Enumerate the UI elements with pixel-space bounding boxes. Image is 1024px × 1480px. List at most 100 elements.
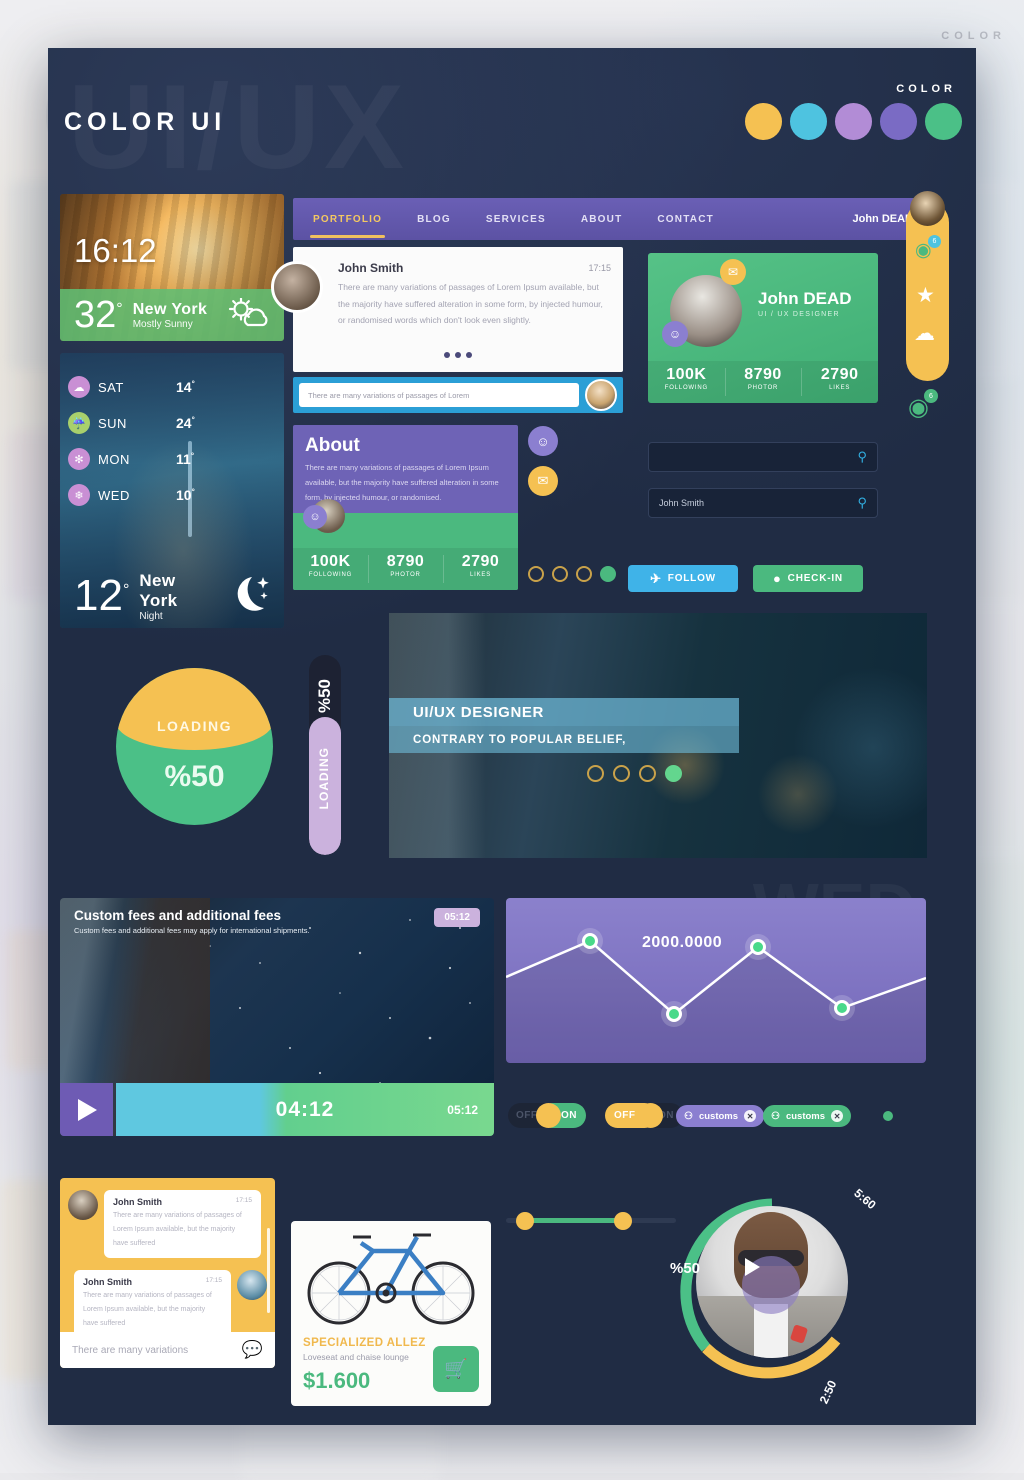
- pager-dot-active[interactable]: [600, 566, 616, 582]
- stat-photos: 8790 PHOTOR: [368, 548, 443, 590]
- pager-dot[interactable]: [587, 765, 604, 782]
- checkin-button[interactable]: ● CHECK-IN: [753, 565, 863, 592]
- detached-camera-icon[interactable]: ◉ 6: [908, 389, 938, 422]
- pager-dot-active[interactable]: [665, 765, 682, 782]
- avatar: [237, 1270, 267, 1300]
- chat-time: 17:15: [235, 1197, 252, 1204]
- pager-dot[interactable]: [576, 566, 592, 582]
- comment-input[interactable]: There are many variations of passages of…: [299, 383, 579, 407]
- avatar: [271, 261, 323, 313]
- nav-item-contact[interactable]: CONTACT: [657, 214, 714, 225]
- close-icon[interactable]: ✕: [831, 1110, 844, 1122]
- forecast-icon: ❄: [68, 484, 90, 506]
- about-side-buttons: ☺ ✉: [528, 426, 558, 496]
- hero-pager[interactable]: [587, 765, 682, 782]
- chat-author: John Smith: [113, 1197, 162, 1207]
- toggle-knob[interactable]: [536, 1103, 561, 1128]
- avatar: [68, 1190, 98, 1220]
- toggle-knob[interactable]: [638, 1103, 663, 1128]
- hero-subtitle: CONTRARY TO POPULAR BELIEF,: [389, 726, 739, 753]
- pager-dot[interactable]: [639, 765, 656, 782]
- stat-following: 100K FOLLOWING: [293, 548, 368, 590]
- search-input[interactable]: John Smith: [659, 498, 857, 508]
- pager-dot[interactable]: [552, 566, 568, 582]
- media-percent: %50: [670, 1260, 701, 1277]
- video-progress-bar[interactable]: 04:12 05:12: [116, 1083, 494, 1136]
- pager-dot[interactable]: [528, 566, 544, 582]
- loading-circle-label: LOADING: [156, 718, 233, 734]
- feed-more-button[interactable]: [293, 352, 623, 358]
- cart-icon[interactable]: 🛒: [433, 1346, 479, 1392]
- video-total-time: 05:12: [447, 1102, 478, 1117]
- star-icon[interactable]: ★: [916, 283, 935, 308]
- toggle-on[interactable]: OFF ON: [508, 1103, 586, 1128]
- follow-label: FOLLOW: [667, 573, 716, 584]
- forecast-day: SUN: [98, 415, 127, 431]
- people-icon[interactable]: ☺: [303, 505, 327, 529]
- play-icon[interactable]: [60, 1083, 113, 1136]
- product-subtitle: Loveseat and chaise lounge: [303, 1352, 409, 1362]
- mail-icon[interactable]: ✉: [720, 259, 746, 285]
- follow-button[interactable]: ✈ FOLLOW: [628, 565, 738, 592]
- profile-stats: 100K FOLLOWING 8790 PHOTOR 2790 LIKES: [648, 361, 878, 403]
- hero-banner: UI/UX DESIGNER CONTRARY TO POPULAR BELIE…: [389, 613, 927, 858]
- scrollbar[interactable]: [267, 1228, 270, 1313]
- tag-label: customs: [785, 1110, 826, 1122]
- stat-value: 8790: [744, 366, 782, 383]
- profile-role: UI / UX DESIGNER: [758, 311, 840, 318]
- search-field-filled[interactable]: John Smith ⚲: [648, 488, 878, 518]
- search-field-empty[interactable]: ⚲: [648, 442, 878, 472]
- nav-item-portfolio[interactable]: PORTFOLIO: [309, 214, 386, 238]
- swatch-purple[interactable]: [880, 103, 917, 140]
- forecast-day: WED: [98, 487, 130, 503]
- detached-camera-badge: 6: [924, 389, 938, 403]
- toggle-off-label: OFF: [614, 1110, 636, 1121]
- toggle-off[interactable]: OFF ON: [605, 1103, 683, 1128]
- chat-bubble-icon[interactable]: 💬: [242, 1340, 263, 1360]
- pager-dot[interactable]: [613, 765, 630, 782]
- floating-dock: ◉ 6 ★ ☁: [906, 191, 949, 381]
- tag-label: customs: [698, 1110, 739, 1122]
- slider-handle-max[interactable]: [614, 1212, 632, 1230]
- avatar-icon[interactable]: [910, 191, 945, 226]
- swatch-green[interactable]: [925, 103, 962, 140]
- range-slider[interactable]: [506, 1210, 676, 1230]
- mail-icon[interactable]: ✉: [528, 466, 558, 496]
- tag-customs-green[interactable]: ⚇ customs ✕: [763, 1105, 852, 1127]
- location-pin-icon: ●: [773, 571, 782, 586]
- play-icon[interactable]: [742, 1256, 800, 1314]
- forecast-temp: 11°: [176, 451, 195, 467]
- nav-item-services[interactable]: SERVICES: [486, 214, 546, 225]
- weather-day-city: New York: [132, 300, 208, 318]
- nav-item-about[interactable]: ABOUT: [581, 214, 623, 225]
- swatch-yellow[interactable]: [745, 103, 782, 140]
- stat-likes: 2790 LIKES: [801, 361, 878, 403]
- forecast-row: ☔ SUN 24°: [68, 405, 228, 441]
- feed-body-text: There are many variations of passages of…: [338, 282, 603, 326]
- search-icon[interactable]: ⚲: [857, 449, 867, 465]
- forecast-icon: ☔: [68, 412, 90, 434]
- profile-name: John DEAD: [758, 289, 852, 308]
- loading-circle-percent: %50: [164, 760, 225, 793]
- page-title: COLOR UI: [64, 108, 227, 136]
- video-controls: 04:12 05:12: [60, 1083, 494, 1136]
- swatch-cyan[interactable]: [790, 103, 827, 140]
- search-icon[interactable]: ⚲: [857, 495, 867, 511]
- weather-card-night: ☁ SAT 14° ☔ SUN 24° ✻ MON 11° ❄ WED 10° …: [60, 353, 284, 628]
- product-title: SPECIALIZED ALLEZ: [303, 1337, 426, 1349]
- stat-value: 2790: [820, 366, 859, 383]
- twitter-icon: ✈: [650, 570, 662, 586]
- carousel-pager[interactable]: [528, 566, 616, 582]
- cloud-icon[interactable]: ☁: [914, 321, 935, 346]
- swatch-lilac[interactable]: [835, 103, 872, 140]
- nav-user-name[interactable]: John DEAD: [853, 213, 914, 225]
- close-icon[interactable]: ✕: [744, 1110, 757, 1122]
- chat-message-input[interactable]: There are many variations: [72, 1345, 242, 1356]
- tag-customs-purple[interactable]: ⚇ customs ✕: [676, 1105, 765, 1127]
- loading-circle-top: [116, 668, 273, 750]
- people-icon[interactable]: ☺: [528, 426, 558, 456]
- slider-handle-min[interactable]: [516, 1212, 534, 1230]
- people-icon[interactable]: ☺: [662, 321, 688, 347]
- nav-item-blog[interactable]: BLOG: [417, 214, 451, 225]
- weather-day-temp: 32°: [74, 296, 123, 334]
